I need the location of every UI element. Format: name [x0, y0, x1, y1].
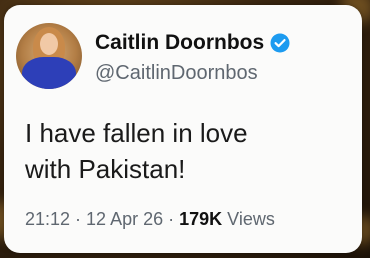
author-display-name[interactable]: Caitlin Doornbos: [95, 31, 264, 55]
meta-separator: ·: [163, 209, 180, 229]
tweet-time[interactable]: 21:12: [25, 209, 70, 229]
verified-badge-icon: [270, 33, 290, 53]
avatar[interactable]: [16, 23, 82, 89]
tweet-text-line: I have fallen in love: [25, 118, 248, 148]
meta-separator: ·: [70, 209, 87, 229]
tweet-text-line: with Pakistan!: [25, 154, 186, 184]
author-handle[interactable]: @CaitlinDoornbos: [95, 62, 258, 85]
tweet-date[interactable]: 12 Apr 26: [86, 209, 163, 229]
avatar-face: [40, 33, 58, 55]
avatar-dress: [22, 57, 76, 89]
views-label: Views: [227, 209, 275, 229]
author-name-row: Caitlin Doornbos: [95, 31, 290, 55]
tweet-meta: 21:12 · 12 Apr 26 · 179K Views: [25, 209, 275, 230]
views-count: 179K: [179, 209, 223, 229]
tweet-card: Caitlin Doornbos @CaitlinDoornbos I have…: [4, 5, 362, 253]
tweet-text: I have fallen in love with Pakistan!: [25, 115, 345, 187]
